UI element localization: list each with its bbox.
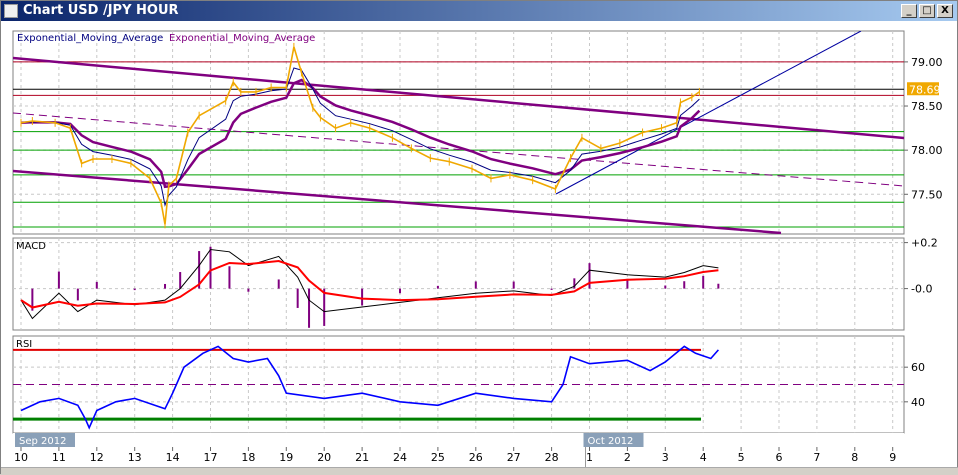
x-tick-label: 21	[355, 451, 369, 464]
chart-app-icon	[4, 4, 18, 18]
month-label: Sep 2012	[19, 436, 66, 447]
x-tick-label: 11	[52, 451, 66, 464]
x-axis-strip	[13, 433, 904, 451]
ema-legend-fast: Exponential_Moving_Average	[17, 33, 163, 44]
panel-frame-1	[12, 237, 905, 331]
close-button[interactable]: X	[937, 4, 953, 18]
x-tick-label: 19	[279, 451, 293, 464]
ema-legend-slow: Exponential_Moving_Average	[169, 33, 315, 44]
macd-title: MACD	[16, 241, 46, 252]
last-price-label: 78.69	[909, 83, 941, 96]
chart-area[interactable]: 10 11 12 13 14 17 18 19 20 21 24 25 26 27 28 1 2 3 4 5 6 7 8 9S…	[1, 21, 958, 467]
x-tick-label: 4	[700, 451, 707, 464]
x-tick-label: 3	[662, 451, 669, 464]
y-tick-label: 79.00	[911, 56, 943, 69]
y-tick-label: -0.0	[911, 283, 932, 296]
x-tick-label: 25	[431, 451, 445, 464]
x-tick-label: 2	[624, 451, 631, 464]
y-tick-label: 40	[911, 396, 925, 409]
x-tick-label: 9	[889, 451, 896, 464]
chart-window: Chart USD /JPY HOUR _ □ X 10 11 12 13 14 17 18…	[0, 0, 958, 475]
title-bar[interactable]: Chart USD /JPY HOUR _ □ X	[1, 1, 957, 21]
x-tick-label: 26	[469, 451, 483, 464]
month-label: Oct 2012	[588, 436, 634, 447]
y-tick-label: 78.50	[911, 100, 943, 113]
window-title: Chart USD /JPY HOUR	[23, 3, 179, 18]
x-tick-label: 1	[586, 451, 593, 464]
y-tick-label: +0.2	[911, 237, 938, 250]
x-tick-label: 7	[813, 451, 820, 464]
x-tick-label: 14	[166, 451, 180, 464]
x-tick-label: 10	[14, 451, 28, 464]
y-tick-label: 77.50	[911, 188, 943, 201]
rsi-title: RSI	[16, 339, 32, 350]
x-tick-label: 18	[241, 451, 255, 464]
x-tick-label: 20	[317, 451, 331, 464]
x-tick-label: 17	[204, 451, 218, 464]
x-tick-label: 8	[851, 451, 858, 464]
x-tick-label: 28	[545, 451, 559, 464]
x-tick-label: 12	[90, 451, 104, 464]
x-tick-label: 6	[776, 451, 783, 464]
x-tick-label: 24	[393, 451, 407, 464]
y-tick-label: 78.00	[911, 144, 943, 157]
maximize-button[interactable]: □	[919, 4, 935, 18]
x-tick-label: 13	[128, 451, 142, 464]
x-tick-label: 27	[507, 451, 521, 464]
x-tick-label: 5	[738, 451, 745, 464]
y-tick-label: 60	[911, 361, 925, 374]
minimize-button[interactable]: _	[901, 4, 917, 18]
